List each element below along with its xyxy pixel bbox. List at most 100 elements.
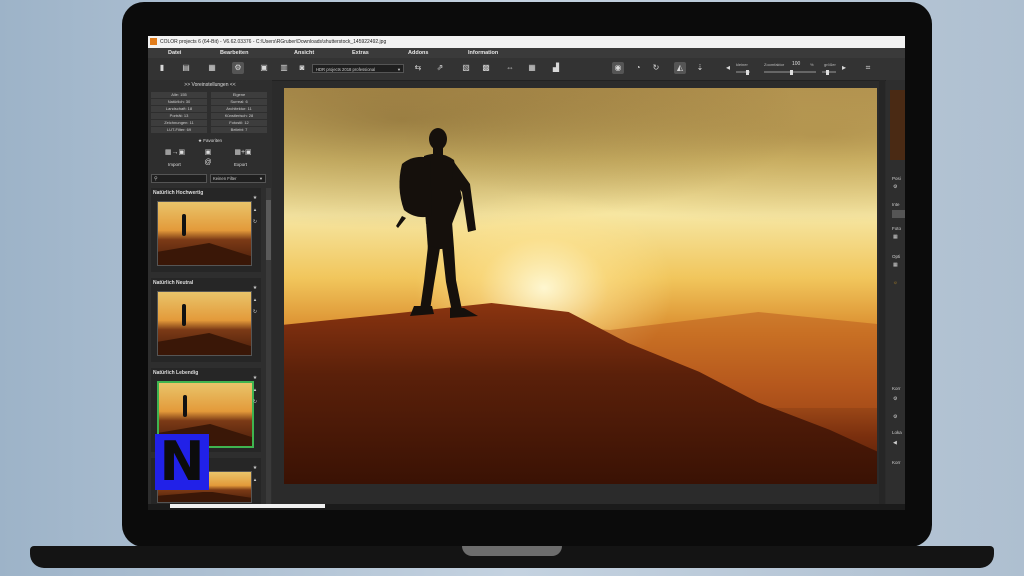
refresh-icon[interactable]: ↻ (251, 216, 259, 228)
menu-information[interactable]: Information (468, 48, 498, 58)
category-all[interactable]: Alle: 155 (151, 92, 207, 98)
star-icon[interactable]: ★ (251, 372, 259, 384)
presets-scrollbar[interactable] (266, 188, 271, 504)
chevron-down-icon: ▼ (397, 67, 401, 72)
transfer-icon[interactable]: ⇆ (412, 62, 424, 74)
mirror-icon[interactable]: ◭ (674, 62, 686, 74)
camera-icon[interactable]: ◙ (296, 62, 308, 74)
canvas-scrollbar[interactable] (879, 80, 885, 504)
info-icon[interactable]: ▴ (251, 474, 259, 486)
photo-canvas[interactable] (284, 88, 877, 484)
star-icon[interactable]: ★ (251, 282, 259, 294)
preset-thumbnail[interactable] (157, 291, 252, 356)
filter-select[interactable]: Keinen Filter ▼ (210, 174, 266, 183)
refresh-icon[interactable]: ↻ (251, 306, 259, 318)
category-natural[interactable]: Natürlich: 30 (151, 99, 207, 105)
tool-position[interactable]: Posi (892, 176, 901, 181)
category-architecture[interactable]: Architektur: 11 (211, 106, 267, 112)
save-icon[interactable]: ▣ (258, 62, 270, 74)
zoom-in-icon[interactable]: ▸ (838, 62, 850, 74)
preset-actions: ★ ▴ (251, 462, 259, 486)
tool-intensity[interactable]: Inte (892, 202, 900, 207)
preset-actions: ★ ▴ ↻ (251, 372, 259, 408)
grid-icon[interactable]: ▦ (893, 262, 898, 268)
tool-correction[interactable]: Korr (892, 386, 901, 391)
zoom-slider-right[interactable] (822, 69, 836, 75)
grid-icon[interactable]: ▦ (893, 234, 898, 240)
batch-icon[interactable]: ▦ (206, 62, 218, 74)
star-icon[interactable]: ★ (251, 192, 259, 204)
category-landscape[interactable]: Landschaft: 18 (151, 106, 207, 112)
navigator-thumbnail[interactable] (890, 90, 905, 160)
laptop-notch (462, 546, 562, 556)
export-icon[interactable]: ▦+▣ (232, 148, 254, 158)
settings-icon[interactable]: ⚙ (232, 62, 244, 74)
eye-icon[interactable]: ◉ (612, 62, 624, 74)
next-icon[interactable]: ⇣ (694, 62, 706, 74)
category-surreal[interactable]: Surreal: 6 (211, 99, 267, 105)
tool-correction-2[interactable]: Korr (892, 460, 901, 465)
zoom-slider-left[interactable] (736, 69, 750, 75)
zoom-out-icon[interactable]: ◂ (722, 62, 734, 74)
info-icon[interactable]: ▴ (251, 204, 259, 216)
category-photostyle[interactable]: Fotostil: 12 (211, 120, 267, 126)
category-own[interactable]: Eigene (211, 92, 267, 98)
preset-thumbnail[interactable] (157, 201, 252, 266)
print-icon[interactable]: ▥ (278, 62, 290, 74)
status-bar (148, 504, 905, 510)
play-icon[interactable]: ◀ (893, 440, 897, 446)
hiker-silhouette (396, 128, 478, 318)
gear-icon[interactable]: ⚙ (893, 396, 897, 402)
open-icon[interactable]: ▤ (180, 62, 192, 74)
zoom-unit: % (810, 62, 814, 67)
email-icon[interactable]: @ (202, 158, 214, 168)
zoom-value[interactable]: 100 (792, 61, 800, 67)
menu-datei[interactable]: Datei (168, 48, 181, 58)
clock-icon[interactable]: ◔ (632, 62, 644, 74)
category-lut[interactable]: LUT-Filter: 69 (151, 127, 207, 133)
preset-select[interactable]: HDR projects 2018 professional ▼ (312, 64, 404, 73)
refresh-icon[interactable]: ↻ (251, 396, 259, 408)
category-portrait[interactable]: Porträt: 13 (151, 113, 207, 119)
star-icon: ★ (197, 138, 202, 143)
tool-optimize[interactable]: Opti (892, 254, 900, 259)
tool-photo[interactable]: Foto (892, 226, 901, 231)
info-icon[interactable]: ▴ (251, 384, 259, 396)
menu-addons[interactable]: Addons (408, 48, 428, 58)
info-icon[interactable]: ▴ (251, 294, 259, 306)
import-label[interactable]: Import (168, 162, 181, 167)
new-icon[interactable]: ▮ (156, 62, 168, 74)
search-input[interactable]: ⚲ (151, 174, 207, 183)
gear-icon[interactable]: ⚙ (893, 184, 897, 190)
sun-icon[interactable]: ☼ (893, 280, 898, 286)
menu-bearbeiten[interactable]: Bearbeiten (220, 48, 248, 58)
rotate-icon[interactable]: ↻ (650, 62, 662, 74)
crop-icon[interactable]: ⌗ (862, 62, 874, 74)
menu-bar: Datei Bearbeiten Ansicht Extras Addons I… (148, 48, 905, 58)
menu-ansicht[interactable]: Ansicht (294, 48, 314, 58)
category-drawings[interactable]: Zeichnungen: 11 (151, 120, 207, 126)
image-export-icon[interactable]: ▣ (202, 148, 214, 158)
image-icon[interactable]: ▧ (460, 62, 472, 74)
import-icon[interactable]: ▦→▣ (164, 148, 186, 158)
preset-card[interactable]: Natürlich Neutral ★ ▴ ↻ (151, 278, 261, 362)
favorites-row[interactable]: ★ Favoriten (148, 137, 272, 144)
toolbar: ▮ ▤ ▦ ⚙ ▣ ▥ ◙ HDR projects 2018 professi… (148, 58, 905, 81)
intensity-field[interactable] (892, 210, 905, 218)
export-arrow-icon[interactable]: ⇗ (434, 62, 446, 74)
preset-card[interactable]: Natürlich Hochwertig ★ ▴ ↻ (151, 188, 261, 272)
category-artistic[interactable]: Künstlerisch: 28 (211, 113, 267, 119)
printer-icon[interactable]: ▩ (480, 62, 492, 74)
histogram-icon[interactable]: ▟ (550, 62, 562, 74)
menu-extras[interactable]: Extras (352, 48, 369, 58)
filter-select-value: Keinen Filter (213, 176, 237, 181)
export-label[interactable]: Export (234, 162, 247, 167)
gear-icon[interactable]: ⚙ (893, 414, 897, 420)
category-popular[interactable]: Beliebt: 7 (211, 127, 267, 133)
zoom-slider[interactable] (764, 69, 816, 75)
presets-header: >> Voreinstellungen << (184, 82, 236, 88)
grid-icon[interactable]: ▦ (526, 62, 538, 74)
compare-icon[interactable]: ⇔ (504, 62, 516, 74)
star-icon[interactable]: ★ (251, 462, 259, 474)
tool-local[interactable]: Loka (892, 430, 902, 435)
